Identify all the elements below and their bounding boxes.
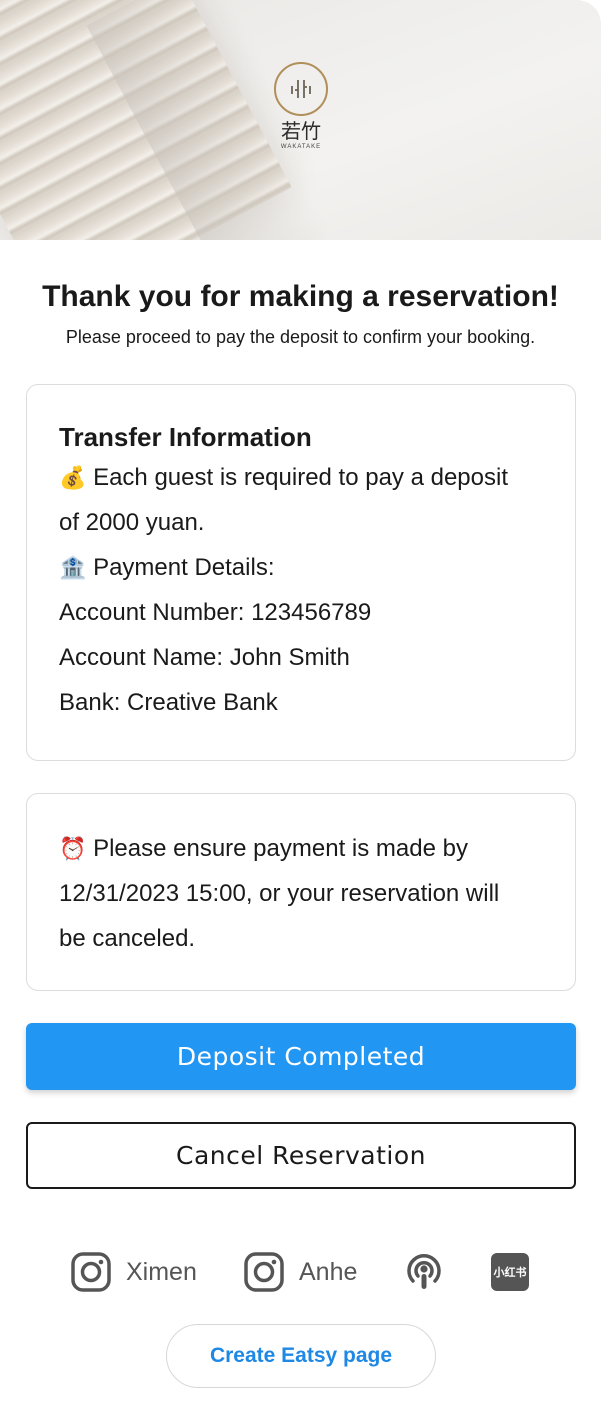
alarm-clock-icon: ⏰ [59, 836, 87, 861]
xiaohongshu-link[interactable]: 小红书 [491, 1251, 529, 1293]
deadline-line-1: ⏰ Please ensure payment is made by [59, 835, 468, 862]
transfer-information-card: Transfer Information 💰 Each guest is req… [26, 384, 576, 761]
create-eatsy-page-link[interactable]: Create Eatsy page [166, 1324, 436, 1388]
podcast-icon [407, 1254, 441, 1289]
account-name: Account Name: John Smith [59, 644, 350, 671]
deadline-line-2: 12/31/2023 15:00, or your reservation wi… [59, 880, 500, 907]
cancel-reservation-button[interactable]: Cancel Reservation [26, 1122, 576, 1189]
deposit-amount: of 2000 yuan. [59, 509, 205, 536]
bank-icon: 🏦 [59, 555, 87, 580]
account-number: Account Number: 123456789 [59, 599, 372, 626]
logo-emblem-icon [274, 62, 328, 116]
deadline-line-3: be canceled. [59, 925, 196, 952]
logo-english-name: WAKATAKE [280, 144, 322, 150]
transfer-title: Transfer Information [59, 422, 312, 452]
deposit-requirement: 💰 Each guest is required to pay a deposi… [59, 464, 509, 491]
payment-details-heading: 🏦 Payment Details: [59, 554, 275, 581]
instagram-icon [244, 1252, 284, 1292]
instagram-link-ximen[interactable]: Ximen [70, 1251, 197, 1293]
xiaohongshu-icon: 小红书 [491, 1253, 529, 1291]
deposit-completed-button[interactable]: Deposit Completed [26, 1023, 576, 1090]
money-bag-icon: 💰 [59, 465, 87, 490]
page-subtitle: Please proceed to pay the deposit to con… [65, 327, 536, 347]
instagram-link-anhe[interactable]: Anhe [243, 1251, 357, 1293]
instagram-label-ximen: Ximen [126, 1257, 197, 1286]
page-title: Thank you for making a reservation! [42, 280, 559, 313]
hero-banner: 若竹 WAKATAKE [0, 0, 601, 240]
logo-chinese-name: 若竹 [281, 119, 321, 143]
restaurant-logo: 若竹 WAKATAKE [270, 62, 332, 150]
social-links: Ximen Anhe 小红书 [0, 1251, 601, 1293]
bank-name: Bank: Creative Bank [59, 689, 278, 716]
instagram-label-anhe: Anhe [299, 1257, 358, 1286]
instagram-icon [71, 1252, 111, 1292]
podcast-link[interactable] [404, 1251, 444, 1293]
payment-deadline-card: ⏰ Please ensure payment is made by 12/31… [26, 793, 576, 991]
